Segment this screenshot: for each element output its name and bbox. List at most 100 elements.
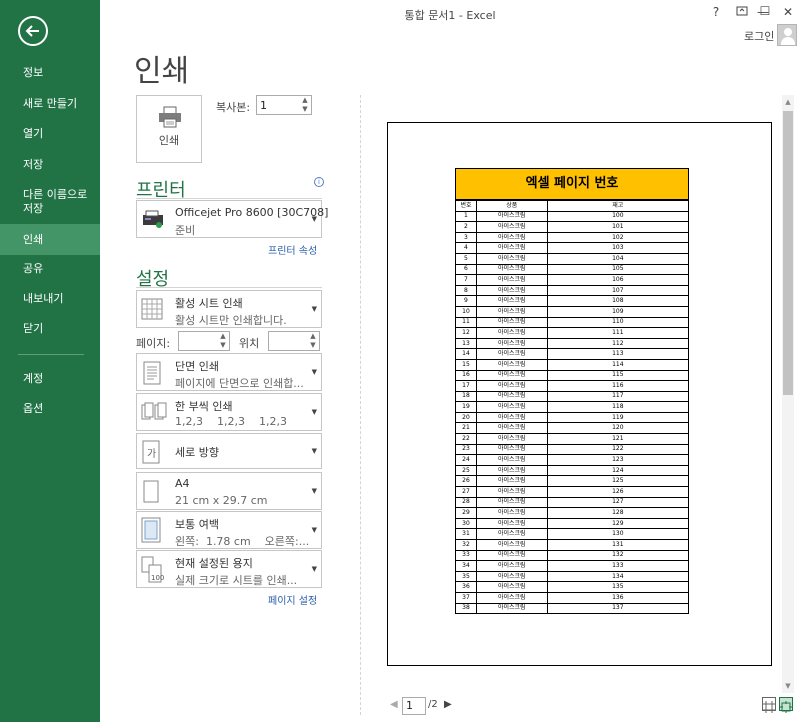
table-cell: 아이스크림	[475, 454, 548, 466]
table-cell: 아이스크림	[475, 369, 548, 382]
table-cell: 30	[455, 517, 477, 530]
table-cell: 32	[455, 539, 477, 551]
copies-up-button[interactable]: ▲	[299, 96, 311, 105]
table-cell: 16	[455, 369, 477, 382]
sign-in-link[interactable]: 로그인	[744, 28, 774, 44]
setting-t1: 활성 시트 인쇄	[175, 297, 243, 310]
nav-open[interactable]: 열기	[0, 127, 100, 141]
table-row: 29 아이스크림 128	[455, 507, 690, 519]
show-margins-icon	[763, 701, 775, 713]
nav-share[interactable]: 공유	[0, 262, 100, 276]
collation-dropdown[interactable]: 한 부씩 인쇄 1,2,3 1,2,3 1,2,3 ▼	[136, 393, 322, 431]
scaling-icon: 100	[141, 556, 164, 583]
zoom-to-page-button[interactable]	[779, 697, 793, 713]
maximize-button[interactable]: ☐	[757, 4, 773, 18]
show-margins-button[interactable]	[762, 697, 776, 713]
table-cell: 137	[546, 602, 690, 615]
setting-t2: 1,2,3 1,2,3 1,2,3	[175, 415, 287, 428]
table-cell: 아이스크림	[475, 475, 548, 488]
current-page-input[interactable]: 1	[402, 697, 426, 715]
next-page-button[interactable]: ▶	[444, 699, 452, 710]
table-cell: 아이스크림	[475, 231, 548, 244]
setting-t1: 현재 설정된 용지	[175, 557, 253, 570]
orientation-dropdown[interactable]: 가 세로 방향 ▼	[136, 433, 322, 469]
table-cell: 36	[455, 581, 477, 593]
table-row: 22 아이스크림 121	[455, 433, 690, 445]
scroll-down-button[interactable]: ▼	[782, 679, 794, 693]
nav-print[interactable]: 인쇄	[0, 224, 100, 255]
sides-dropdown[interactable]: 단면 인쇄 페이지에 단면으로 인쇄합... ▼	[136, 353, 322, 391]
table-cell: 136	[546, 591, 690, 604]
table-cell: 아이스크림	[475, 242, 548, 254]
table-cell: 130	[546, 528, 690, 540]
nav-save[interactable]: 저장	[0, 158, 100, 172]
table-cell: 37	[455, 591, 477, 604]
back-button[interactable]	[18, 16, 48, 46]
table-cell: 33	[455, 549, 477, 562]
table-row: 36 아이스크림 135	[455, 581, 690, 593]
scroll-up-button[interactable]: ▲	[782, 95, 794, 109]
chevron-down-icon: ▼	[311, 447, 317, 455]
table-cell: 119	[546, 411, 690, 424]
table-cell: 아이스크림	[475, 252, 548, 265]
nav-export[interactable]: 내보내기	[0, 292, 100, 306]
avatar[interactable]	[777, 24, 797, 46]
table-cell: 아이스크림	[475, 295, 548, 307]
printer-properties-link[interactable]: 프린터 속성	[268, 242, 317, 257]
print-button[interactable]: 인쇄	[136, 95, 202, 163]
scaling-dropdown[interactable]: 100 현재 설정된 용지 실제 크기로 시트를 인쇄... ▼	[136, 550, 322, 588]
table-cell: 102	[546, 231, 690, 244]
info-icon[interactable]: i	[314, 177, 324, 187]
nav-save-as[interactable]: 다른 이름으로 저장	[0, 188, 100, 216]
table-cell: 아이스크림	[475, 327, 548, 339]
printer-dropdown[interactable]: Officejet Pro 8600 [30C708] 준비 ▼	[136, 200, 328, 238]
copies-down-button[interactable]: ▼	[299, 105, 311, 114]
table-cell: 4	[455, 242, 477, 254]
paper-size-dropdown[interactable]: A4 21 cm x 29.7 cm ▼	[136, 472, 322, 510]
help-button[interactable]: ?	[708, 5, 724, 19]
pages-from-up[interactable]: ▲	[217, 332, 229, 341]
nav-options[interactable]: 옵션	[0, 402, 100, 416]
table-row: 26 아이스크림 125	[455, 475, 690, 488]
nav-close[interactable]: 닫기	[0, 322, 100, 336]
table-cell: 106	[546, 274, 690, 286]
pages-to-down[interactable]: ▼	[307, 341, 319, 350]
table-cell: 38	[455, 602, 477, 615]
margins-dropdown[interactable]: 보통 여백 왼쪽: 1.78 cm 오른쪽:... ▼	[136, 511, 322, 549]
close-button[interactable]: ✕	[780, 5, 796, 19]
table-row: 3 아이스크림 102	[455, 231, 690, 244]
ribbon-display-button[interactable]	[734, 5, 750, 20]
back-arrow-icon	[25, 25, 39, 37]
table-cell: 아이스크림	[475, 390, 548, 403]
nav-account[interactable]: 계정	[0, 372, 100, 386]
pages-from-input[interactable]: ▲ ▼	[178, 331, 230, 351]
table-cell: 132	[546, 549, 690, 562]
table-row: 35 아이스크림 134	[455, 570, 690, 583]
table-cell: 아이스크림	[475, 581, 548, 593]
table-cell: 아이스크림	[475, 210, 548, 223]
table-cell: 20	[455, 411, 477, 424]
backstage-sidebar: 정보 새로 만들기 열기 저장 다른 이름으로 저장 인쇄 공유 내보내기 닫기…	[0, 0, 100, 722]
table-row: 8 아이스크림 107	[455, 284, 690, 297]
setting-t1: A4	[175, 477, 190, 490]
scrollbar-thumb[interactable]	[783, 111, 793, 395]
chevron-down-icon: ▼	[311, 215, 317, 223]
print-what-dropdown[interactable]: 활성 시트 인쇄 활성 시트만 인쇄합니다. ▼	[136, 290, 322, 328]
table-cell: 아이스크림	[475, 560, 548, 572]
table-cell: 118	[546, 401, 690, 413]
table-cell: 11	[455, 316, 477, 329]
printer-device-icon	[143, 210, 163, 228]
nav-new[interactable]: 새로 만들기	[0, 97, 100, 111]
copies-input[interactable]: 1 ▲ ▼	[256, 95, 312, 115]
table-cell: 아이스크림	[475, 380, 548, 392]
table-cell: 아이스크림	[475, 305, 548, 318]
svg-text:가: 가	[147, 448, 156, 460]
pages-from-down[interactable]: ▼	[217, 341, 229, 350]
pages-to-input[interactable]: ▲ ▼	[268, 331, 320, 351]
page-setup-link[interactable]: 페이지 설정	[268, 592, 317, 607]
prev-page-button[interactable]: ◀	[390, 699, 398, 710]
table-row: 24 아이스크림 123	[455, 454, 690, 466]
nav-info[interactable]: 정보	[0, 66, 100, 80]
table-cell: 21	[455, 422, 477, 435]
pages-to-up[interactable]: ▲	[307, 332, 319, 341]
